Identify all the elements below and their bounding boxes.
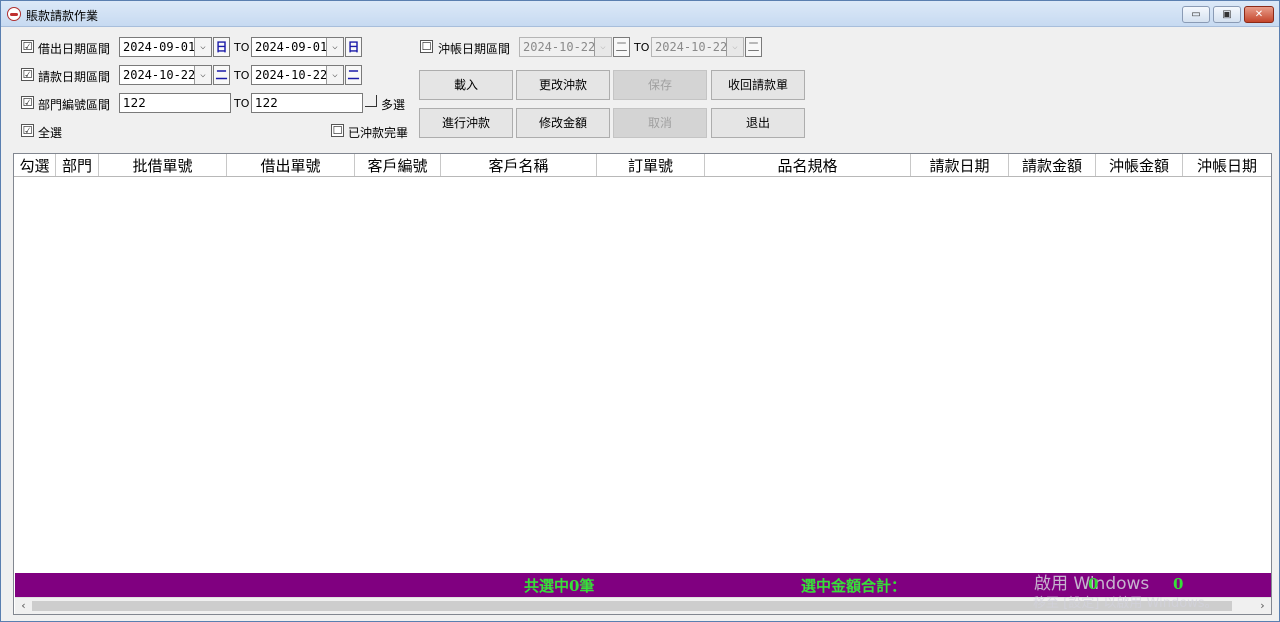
minimize-button[interactable]: ▭ <box>1182 6 1210 23</box>
app-icon <box>7 7 21 21</box>
multi-select-label: 多選 <box>381 98 406 112</box>
recall-request-button[interactable]: 收回請款單 <box>711 70 805 100</box>
offset-date-to-calendar-button[interactable]: 二 <box>745 37 762 57</box>
horizontal-scrollbar[interactable]: ‹ 移至 [設定] 以啟用 Windows。 › <box>15 596 1271 614</box>
settled-label: 已沖款完畢 <box>348 126 409 140</box>
maximize-button[interactable]: ▣ <box>1213 6 1241 23</box>
chevron-down-icon[interactable]: ⌵ <box>326 66 343 84</box>
offset-date-from-picker[interactable]: 2024-10-22 ⌵ <box>519 37 612 57</box>
edit-amount-button[interactable]: 修改金額 <box>516 108 610 138</box>
activate-windows-subtitle: 移至 [設定] 以啟用 Windows。 <box>1033 596 1218 611</box>
do-offset-button[interactable]: 進行沖款 <box>419 108 513 138</box>
column-header-batch-no[interactable]: 批借單號 <box>99 154 227 176</box>
column-header-loan-no[interactable]: 借出單號 <box>227 154 355 176</box>
chevron-down-icon[interactable]: ⌵ <box>594 38 611 56</box>
request-date-checkbox[interactable]: ☑ <box>21 68 34 81</box>
column-header-product-spec[interactable]: 品名規格 <box>705 154 911 176</box>
column-header-offset-date[interactable]: 沖帳日期 <box>1183 154 1271 176</box>
request-date-from-calendar-button[interactable]: 二 <box>213 65 230 85</box>
column-header-select[interactable]: 勾選 <box>14 154 56 176</box>
change-offset-button[interactable]: 更改沖款 <box>516 70 610 100</box>
loan-date-label: 借出日期區間 <box>38 42 111 56</box>
offset-date-to-label: TO <box>634 41 650 54</box>
column-header-request-amount[interactable]: 請款金額 <box>1009 154 1096 176</box>
request-date-to-label: TO <box>234 69 250 82</box>
chevron-down-icon[interactable]: ⌵ <box>194 38 211 56</box>
offset-date-from-value: 2024-10-22 <box>523 40 596 54</box>
offset-date-checkbox[interactable]: ☐ <box>420 40 433 53</box>
loan-date-to-label: TO <box>234 41 250 54</box>
save-button[interactable]: 保存 <box>613 70 707 100</box>
column-header-order-no[interactable]: 訂單號 <box>597 154 705 176</box>
select-all-label: 全選 <box>38 126 63 140</box>
window-title: 賬款請款作業 <box>26 9 99 23</box>
scroll-right-icon[interactable]: › <box>1254 598 1271 614</box>
chevron-down-icon[interactable]: ⌵ <box>194 66 211 84</box>
column-header-dept[interactable]: 部門 <box>56 154 99 176</box>
loan-date-to-picker[interactable]: 2024-09-01 ⌵ <box>251 37 344 57</box>
column-header-request-date[interactable]: 請款日期 <box>911 154 1009 176</box>
loan-date-from-calendar-button[interactable]: 日 <box>213 37 230 57</box>
grid-header: 勾選 部門 批借單號 借出單號 客戶編號 客戶名稱 訂單號 品名規格 請款日期 … <box>14 154 1271 177</box>
close-button[interactable]: ✕ <box>1244 6 1274 23</box>
request-date-from-value: 2024-10-22 <box>123 68 196 82</box>
selected-total-value: 0 <box>1088 575 1099 593</box>
selected-total-label: 選中金額合計： <box>801 577 907 595</box>
loan-date-from-picker[interactable]: 2024-09-01 ⌵ <box>119 37 212 57</box>
scroll-left-icon[interactable]: ‹ <box>15 598 32 614</box>
load-button[interactable]: 載入 <box>419 70 513 100</box>
dept-no-checkbox[interactable]: ☑ <box>21 96 34 109</box>
request-date-to-picker[interactable]: 2024-10-22 ⌵ <box>251 65 344 85</box>
offset-date-to-value: 2024-10-22 <box>655 40 728 54</box>
loan-date-from-value: 2024-09-01 <box>123 40 196 54</box>
cancel-button[interactable]: 取消 <box>613 108 707 138</box>
selected-count-text: 共選中0筆 <box>524 577 595 595</box>
title-bar: 賬款請款作業 ▭ ▣ ✕ <box>1 1 1279 27</box>
loan-date-checkbox[interactable]: ☑ <box>21 40 34 53</box>
offset-date-to-picker[interactable]: 2024-10-22 ⌵ <box>651 37 744 57</box>
column-header-customer-name[interactable]: 客戶名稱 <box>441 154 597 176</box>
request-date-label: 請款日期區間 <box>38 70 111 84</box>
chevron-down-icon[interactable]: ⌵ <box>726 38 743 56</box>
chevron-down-icon[interactable]: ⌵ <box>326 38 343 56</box>
dept-no-from-input[interactable]: 122 <box>119 93 231 113</box>
column-header-offset-amount[interactable]: 沖帳金額 <box>1096 154 1183 176</box>
dept-no-to-input[interactable]: 122 <box>251 93 363 113</box>
offset-date-from-calendar-button[interactable]: 二 <box>613 37 630 57</box>
offset-date-label: 沖帳日期區間 <box>438 42 511 56</box>
settled-checkbox[interactable]: ☐ <box>331 124 344 137</box>
selected-total-value-2: 0 <box>1173 575 1184 593</box>
dept-no-to-label: TO <box>234 97 250 110</box>
request-date-to-calendar-button[interactable]: 二 <box>345 65 362 85</box>
request-date-from-picker[interactable]: 2024-10-22 ⌵ <box>119 65 212 85</box>
multi-select-checkbox[interactable] <box>365 95 377 107</box>
main-window: 賬款請款作業 ▭ ▣ ✕ ☑ 借出日期區間 2024-09-01 ⌵ 日 TO … <box>0 0 1280 622</box>
column-header-customer-no[interactable]: 客戶編號 <box>355 154 441 176</box>
loan-date-to-value: 2024-09-01 <box>255 40 328 54</box>
dept-no-label: 部門編號區間 <box>38 98 111 112</box>
select-all-checkbox[interactable]: ☑ <box>21 124 34 137</box>
data-grid[interactable]: 勾選 部門 批借單號 借出單號 客戶編號 客戶名稱 訂單號 品名規格 請款日期 … <box>13 153 1272 615</box>
exit-button[interactable]: 退出 <box>711 108 805 138</box>
request-date-to-value: 2024-10-22 <box>255 68 328 82</box>
loan-date-to-calendar-button[interactable]: 日 <box>345 37 362 57</box>
